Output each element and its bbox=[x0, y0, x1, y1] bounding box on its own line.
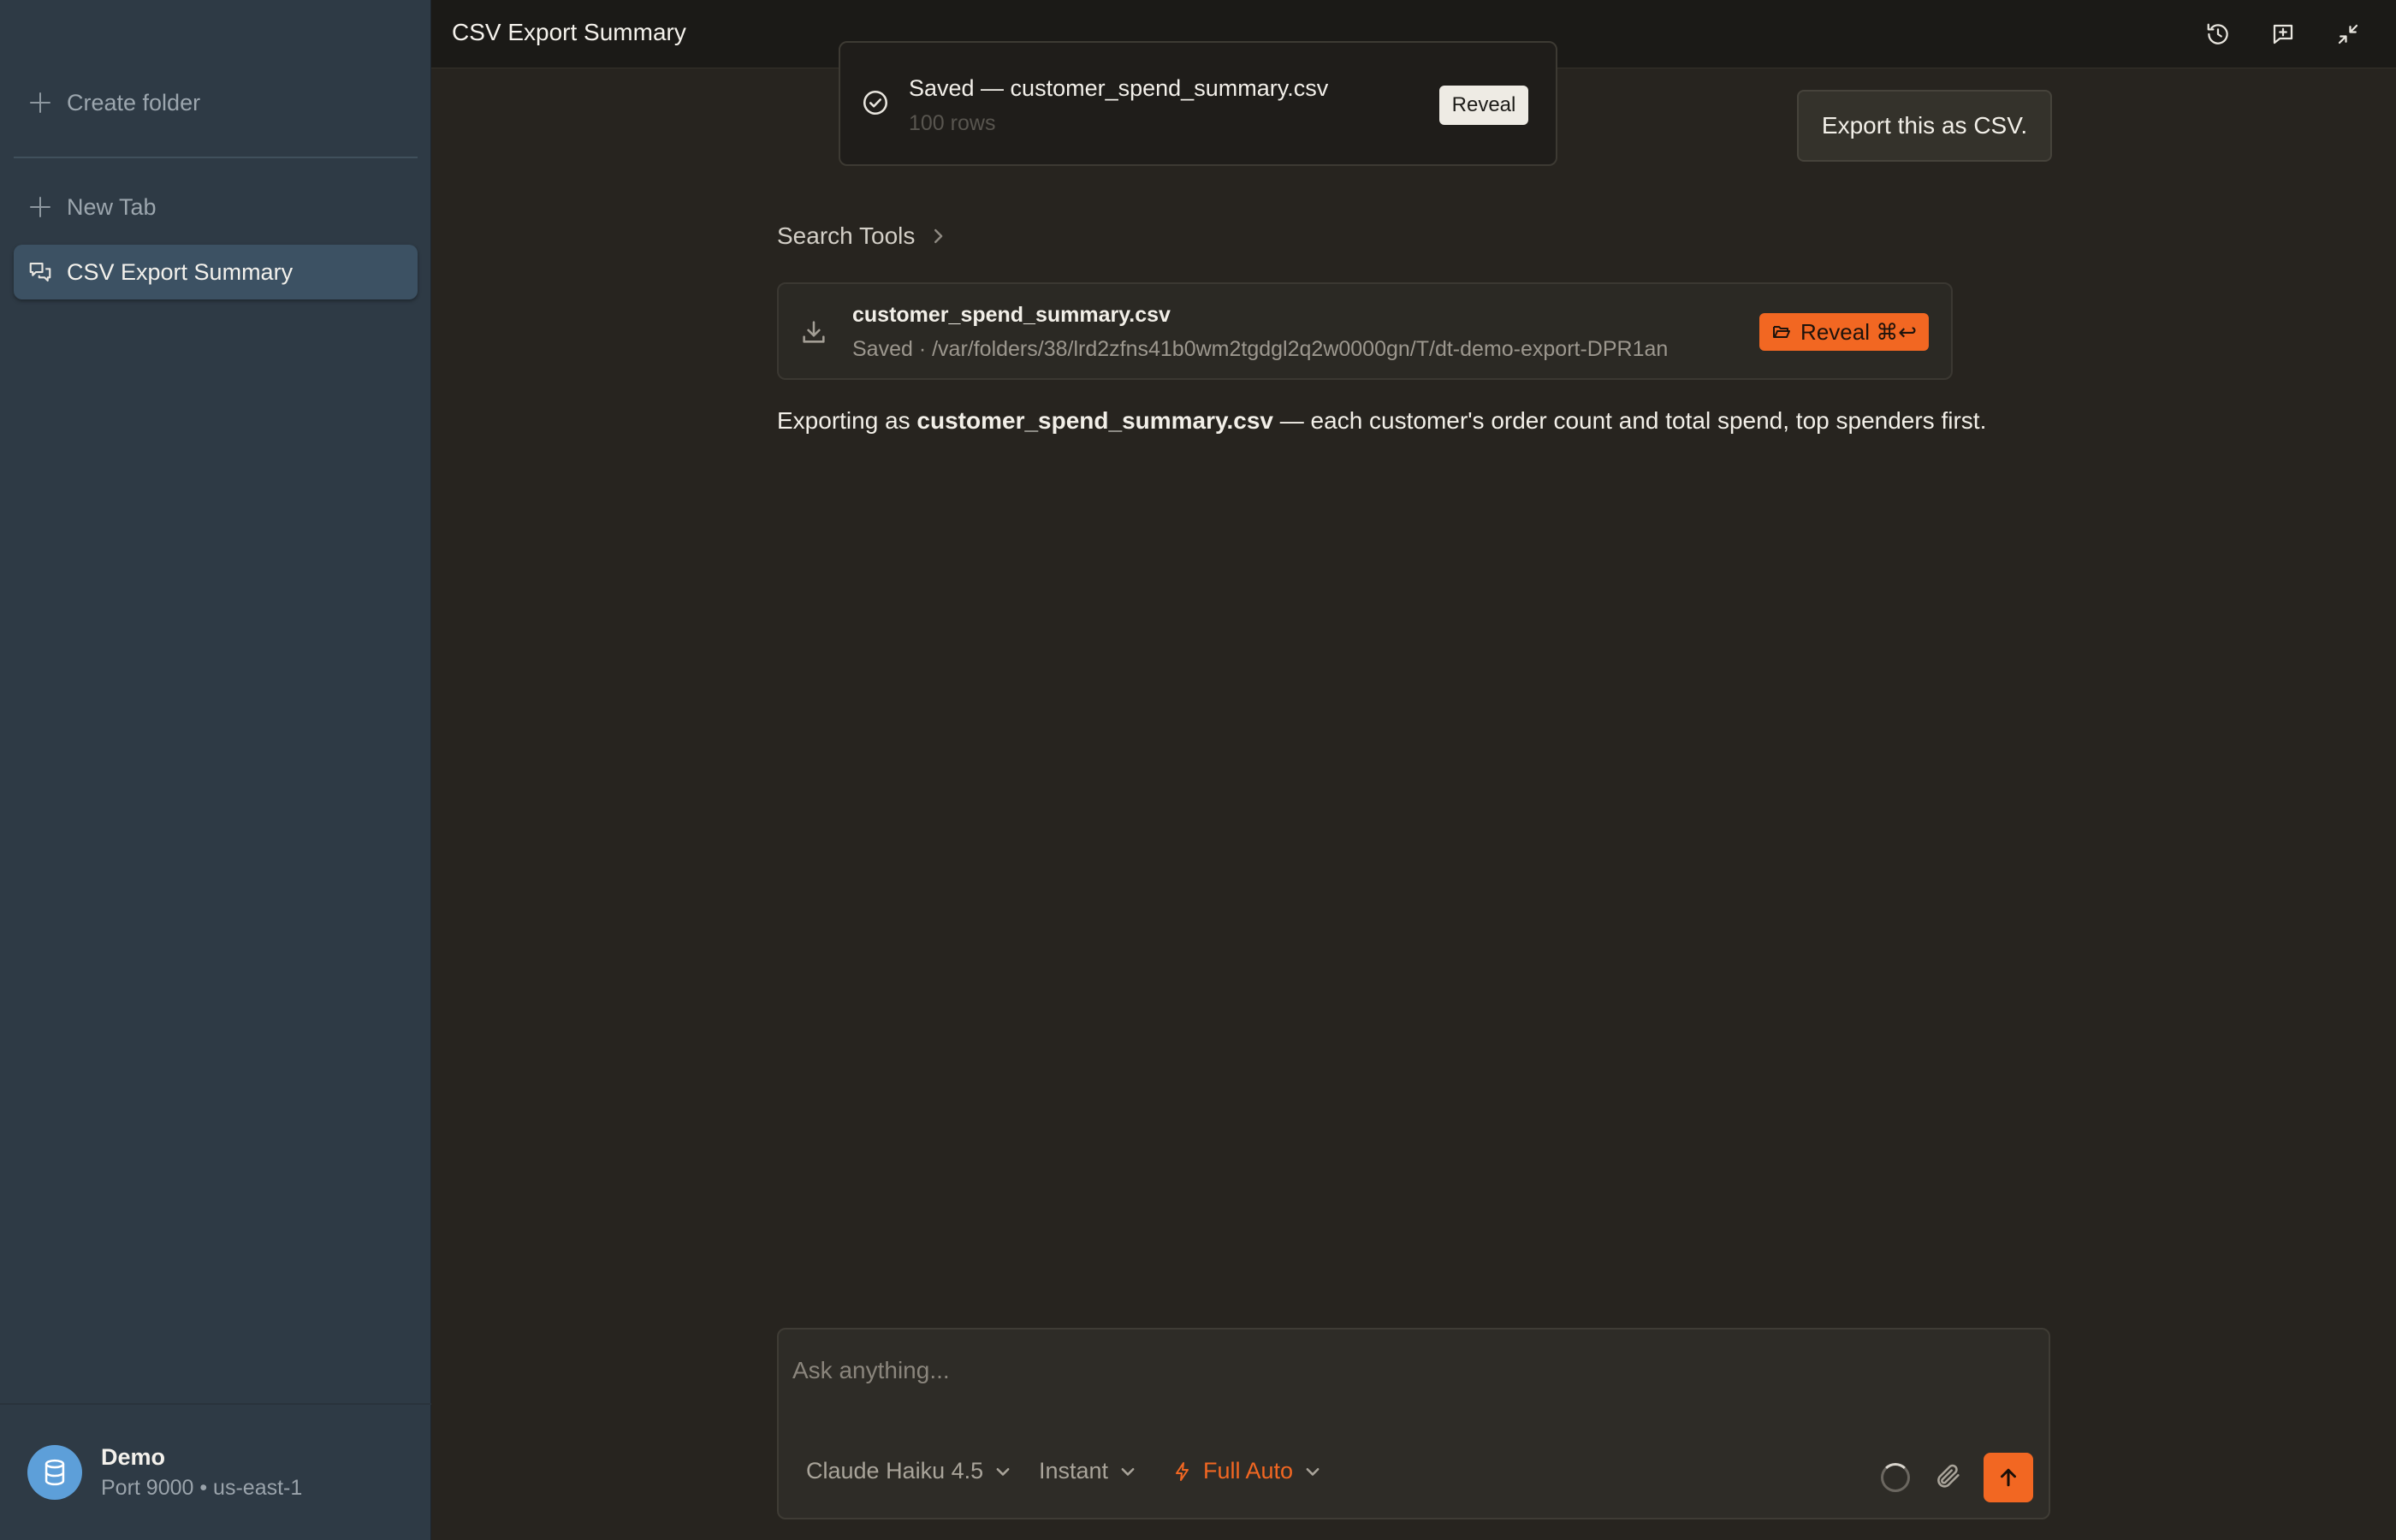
autonomy-selector[interactable]: Full Auto bbox=[1172, 1458, 1322, 1484]
database-avatar bbox=[27, 1445, 82, 1500]
chevron-down-icon bbox=[1306, 1467, 1320, 1476]
search-tools-toggle[interactable]: Search Tools bbox=[777, 222, 946, 250]
autonomy-label: Full Auto bbox=[1203, 1458, 1294, 1484]
reveal-file-button[interactable]: Reveal ⌘↩ bbox=[1759, 313, 1929, 351]
sidebar-item-label: CSV Export Summary bbox=[67, 258, 294, 285]
plus-icon bbox=[29, 92, 51, 114]
download-icon bbox=[803, 321, 825, 343]
collapse-button[interactable] bbox=[2331, 17, 2365, 51]
main-panel: CSV Export Summary Saved — customer_spen… bbox=[431, 0, 2396, 1540]
lightning-icon bbox=[1176, 1461, 1189, 1481]
chat-input[interactable] bbox=[792, 1345, 2025, 1396]
user-message: Export this as CSV. bbox=[1797, 90, 2052, 162]
search-tools-label: Search Tools bbox=[777, 222, 916, 249]
history-button[interactable] bbox=[2201, 17, 2235, 51]
history-icon bbox=[2207, 23, 2228, 44]
composer: Claude Haiku 4.5 Instant Full Auto bbox=[777, 1328, 2050, 1519]
chat-bubbles-icon bbox=[29, 262, 51, 282]
loading-spinner-icon bbox=[1881, 1463, 1910, 1492]
page-title: CSV Export Summary bbox=[452, 19, 686, 45]
plus-icon bbox=[29, 196, 51, 218]
chevron-down-icon bbox=[996, 1467, 1010, 1476]
export-file-card: customer_spend_summary.csv Saved · /var/… bbox=[777, 282, 1953, 380]
reply-suffix: — each customer's order count and total … bbox=[1273, 407, 1987, 434]
toast-reveal-button[interactable]: Reveal bbox=[1439, 86, 1528, 125]
model-label: Claude Haiku 4.5 bbox=[806, 1458, 984, 1484]
chevron-down-icon bbox=[1121, 1467, 1135, 1476]
sidebar-item-csv-export-summary[interactable]: CSV Export Summary bbox=[14, 245, 418, 299]
assistant-reply: Exporting as customer_spend_summary.csv … bbox=[777, 407, 1986, 435]
speed-label: Instant bbox=[1039, 1458, 1109, 1484]
toast-title: Saved — customer_spend_summary.csv bbox=[909, 75, 1329, 101]
database-icon bbox=[44, 1459, 65, 1486]
reveal-file-label: Reveal ⌘↩ bbox=[1800, 318, 1917, 345]
sidebar-divider bbox=[14, 157, 418, 158]
create-folder-button[interactable]: Create folder bbox=[14, 75, 418, 130]
create-folder-label: Create folder bbox=[67, 89, 201, 116]
app-window: Create folder New Tab CSV Export Summary bbox=[0, 0, 2396, 1540]
sidebar: Create folder New Tab CSV Export Summary bbox=[0, 0, 431, 1540]
new-tab-button[interactable]: New Tab bbox=[14, 180, 418, 234]
reply-filename: customer_spend_summary.csv bbox=[916, 407, 1273, 434]
new-chat-icon bbox=[2273, 24, 2293, 44]
saved-toast: Saved — customer_spend_summary.csv 100 r… bbox=[839, 41, 1557, 166]
reply-prefix: Exporting as bbox=[777, 407, 917, 434]
connection-profile[interactable]: Demo Port 9000 • us-east-1 bbox=[27, 1444, 302, 1501]
speed-selector[interactable]: Instant bbox=[1039, 1458, 1137, 1484]
sidebar-footer-divider bbox=[0, 1403, 431, 1405]
folder-open-icon bbox=[1773, 326, 1791, 338]
check-circle-icon bbox=[863, 90, 888, 116]
new-chat-button[interactable] bbox=[2266, 17, 2300, 51]
model-selector[interactable]: Claude Haiku 4.5 bbox=[806, 1458, 1012, 1484]
profile-subtitle: Port 9000 • us-east-1 bbox=[101, 1476, 303, 1500]
new-tab-label: New Tab bbox=[67, 193, 157, 220]
chevron-right-icon bbox=[934, 228, 943, 244]
paperclip-icon[interactable] bbox=[1934, 1461, 1963, 1490]
send-button[interactable] bbox=[1984, 1453, 2033, 1502]
profile-name: Demo bbox=[101, 1444, 166, 1470]
arrow-up-icon bbox=[2001, 1468, 2016, 1487]
collapse-icon bbox=[2338, 24, 2358, 44]
file-path: Saved · /var/folders/38/lrd2zfns41b0wm2t… bbox=[852, 337, 1669, 361]
file-name: customer_spend_summary.csv bbox=[852, 303, 1171, 327]
toast-row-count: 100 rows bbox=[909, 111, 996, 135]
